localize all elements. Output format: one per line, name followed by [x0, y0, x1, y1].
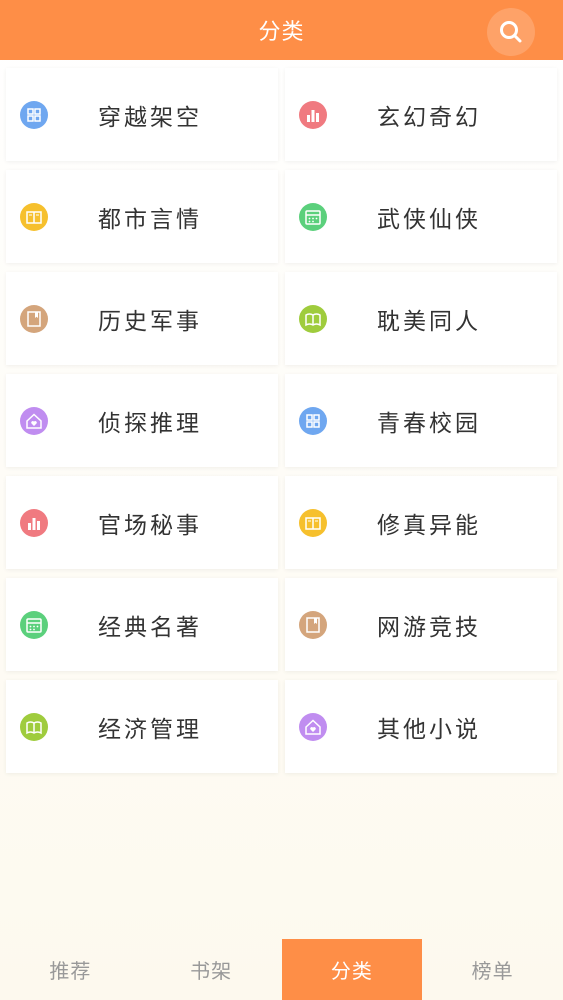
category-label: 经济管理 — [98, 716, 202, 743]
tab-category[interactable]: 分类 — [281, 939, 423, 1000]
category-item-6[interactable]: 侦探推理 — [6, 374, 278, 467]
category-item-5[interactable]: 耽美同人 — [285, 272, 557, 365]
category-item-9[interactable]: 修真异能 — [285, 476, 557, 569]
app-header: 分类 — [0, 0, 563, 60]
tab-recommend[interactable]: 推荐 — [0, 939, 141, 1000]
category-item-1[interactable]: 玄幻奇幻 — [285, 68, 557, 161]
category-item-3[interactable]: 武侠仙侠 — [285, 170, 557, 263]
category-label: 玄幻奇幻 — [377, 104, 481, 131]
category-item-7[interactable]: 青春校园 — [285, 374, 557, 467]
category-label: 官场秘事 — [98, 512, 202, 539]
category-label: 网游竞技 — [377, 614, 481, 641]
category-label: 侦探推理 — [98, 410, 202, 437]
category-item-0[interactable]: 穿越架空 — [6, 68, 278, 161]
category-label: 其他小说 — [377, 716, 481, 743]
category-item-13[interactable]: 其他小说 — [285, 680, 557, 773]
category-label: 历史军事 — [98, 308, 202, 335]
category-item-12[interactable]: 经济管理 — [6, 680, 278, 773]
search-icon — [500, 21, 522, 43]
category-label: 耽美同人 — [377, 308, 481, 335]
category-label: 青春校园 — [377, 410, 481, 437]
page-title: 分类 — [258, 20, 305, 45]
category-item-8[interactable]: 官场秘事 — [6, 476, 278, 569]
category-label: 武侠仙侠 — [377, 206, 481, 233]
category-item-10[interactable]: 经典名著 — [6, 578, 278, 671]
category-item-11[interactable]: 网游竞技 — [285, 578, 557, 671]
category-item-2[interactable]: 都市言情 — [6, 170, 278, 263]
bottom-tab-bar: 推荐 书架 分类 榜单 — [0, 939, 563, 1000]
tab-ranking[interactable]: 榜单 — [422, 939, 563, 1000]
tab-bookshelf[interactable]: 书架 — [141, 939, 282, 1000]
category-item-4[interactable]: 历史军事 — [6, 272, 278, 365]
category-grid: 穿越架空 玄幻奇幻 都市言情 武侠仙侠 历史军事 耽美同人 侦探推理 青春校园 … — [6, 68, 557, 773]
category-label: 穿越架空 — [98, 104, 202, 131]
search-button[interactable] — [487, 8, 535, 56]
category-label: 经典名著 — [98, 614, 202, 641]
category-label: 修真异能 — [377, 512, 481, 539]
category-label: 都市言情 — [98, 206, 202, 233]
